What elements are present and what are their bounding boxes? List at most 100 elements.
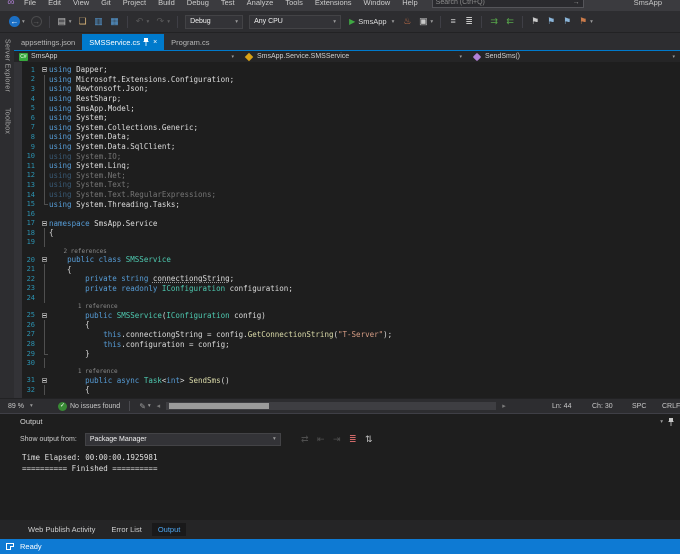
output-content[interactable]: Time Elapsed: 00:00:00.1925981 ==========… [0, 449, 680, 520]
outlining-margin[interactable] [40, 180, 49, 190]
outlining-margin[interactable] [40, 283, 49, 294]
codelens-references[interactable]: 1 reference [49, 368, 118, 375]
outlining-margin[interactable] [40, 93, 49, 104]
next-message-button[interactable]: ⇥ [330, 434, 344, 445]
start-debugging-button[interactable]: ▶ SmsApp ▾ [349, 17, 394, 26]
outlining-margin[interactable] [40, 141, 49, 152]
previous-message-button[interactable]: ⇤ [314, 434, 328, 445]
outlining-margin[interactable] [40, 255, 49, 265]
uncomment-selection-button[interactable]: ⇇ [503, 16, 517, 27]
outlining-margin[interactable] [40, 310, 49, 320]
outlining-margin[interactable] [40, 209, 49, 219]
outlining-margin[interactable] [40, 132, 49, 142]
comment-selection-button[interactable]: ⇉ [487, 16, 501, 27]
outlining-margin[interactable] [40, 376, 49, 386]
outlining-margin[interactable] [40, 228, 49, 238]
menu-file[interactable]: File [18, 0, 42, 7]
solution-configurations-dropdown[interactable]: Debug ▾ [185, 14, 244, 29]
collapse-box-icon[interactable] [42, 67, 47, 73]
outlining-margin[interactable] [40, 170, 49, 181]
solution-platforms-dropdown[interactable]: Any CPU ▾ [249, 14, 342, 29]
window-position-icon[interactable]: ▾ [660, 419, 663, 425]
spaces-indicator[interactable]: SPC [632, 403, 662, 410]
undo-button[interactable]: ↶ ▾ [133, 16, 152, 27]
collapse-box-icon[interactable] [42, 257, 47, 263]
editor-options-icon[interactable]: ✎ ▾ [139, 402, 150, 411]
collapse-box-icon[interactable] [42, 312, 47, 318]
collapse-box-icon[interactable] [42, 377, 47, 383]
outlining-margin[interactable] [40, 339, 49, 349]
tab-program-cs[interactable]: Program.cs [164, 34, 216, 50]
panel-tab-web-publish-activity[interactable]: Web Publish Activity [22, 523, 101, 536]
outlining-margin[interactable] [40, 320, 49, 330]
scrollbar-thumb[interactable] [169, 403, 270, 409]
outlining-margin[interactable] [40, 358, 49, 368]
find-in-files-button[interactable]: ≡ [446, 16, 460, 27]
navigate-back-button[interactable]: ← ▾ [7, 16, 27, 27]
zoom-level-dropdown[interactable]: 89 % ▾ [8, 403, 52, 410]
preview-in-browser-button[interactable]: ▣ ▾ [416, 16, 435, 27]
menu-test[interactable]: Test [215, 0, 241, 7]
outlining-margin[interactable] [40, 160, 49, 171]
tool-window-tab-server-explorer[interactable]: Server Explorer [4, 39, 11, 92]
outlining-margin[interactable] [40, 84, 49, 94]
outlining-margin[interactable] [40, 122, 49, 133]
find-symbol-button[interactable]: ≣ [462, 16, 476, 27]
type-dropdown[interactable]: SmsApp.Service.SMSService ▾ [239, 51, 467, 62]
search-box[interactable]: → [431, 0, 584, 8]
toggle-word-wrap-button[interactable]: ⇅ [362, 434, 376, 445]
previous-bookmark-button[interactable]: ⚑ [544, 16, 558, 27]
redo-button[interactable]: ↷ ▾ [153, 16, 172, 27]
scroll-left-icon[interactable]: ◂ [157, 402, 161, 410]
project-dropdown[interactable]: C# SmsApp ▾ [14, 51, 239, 62]
eol-indicator[interactable]: CRLF [662, 403, 680, 410]
clear-all-output-button[interactable]: ≣ [346, 434, 360, 445]
outlining-margin[interactable] [40, 329, 49, 340]
clear-bookmarks-button[interactable]: ⚑ ▾ [576, 16, 595, 27]
panel-tab-error-list[interactable]: Error List [105, 523, 147, 536]
member-dropdown[interactable]: SendSms() ▾ [467, 51, 680, 62]
outlining-margin[interactable] [40, 385, 49, 395]
menu-extensions[interactable]: Extensions [309, 0, 358, 7]
code-health-indicator[interactable]: ✓ No issues found [58, 401, 120, 411]
outlining-margin[interactable] [40, 293, 49, 303]
tab-appsettings-json[interactable]: appsettings.json [14, 34, 82, 50]
outlining-margin[interactable] [40, 103, 49, 113]
outlining-margin[interactable] [40, 199, 49, 209]
column-indicator[interactable]: Ch: 30 [592, 403, 632, 410]
search-input[interactable] [435, 0, 573, 6]
menu-edit[interactable]: Edit [42, 0, 67, 7]
menu-window[interactable]: Window [358, 0, 397, 7]
scroll-right-icon[interactable]: ▸ [502, 402, 506, 410]
codelens-references[interactable]: 2 references [49, 248, 106, 255]
horizontal-scrollbar[interactable] [166, 402, 497, 410]
output-source-dropdown[interactable]: Package Manager ▾ [84, 432, 281, 446]
close-icon[interactable]: × [153, 39, 157, 46]
menu-build[interactable]: Build [152, 0, 181, 7]
menu-tools[interactable]: Tools [279, 0, 309, 7]
outlining-margin[interactable] [40, 65, 49, 75]
code-editor[interactable]: 1 using Dapper; 2 using Microsoft.Extension… [14, 62, 680, 398]
hot-reload-button[interactable]: ♨ [400, 16, 414, 27]
open-file-button[interactable]: ❏ [76, 16, 90, 27]
pin-icon[interactable] [143, 38, 150, 46]
outlining-margin[interactable] [40, 237, 49, 248]
outlining-margin[interactable] [40, 274, 49, 284]
outlining-margin[interactable] [40, 219, 49, 229]
navigate-forward-button[interactable]: → [29, 16, 44, 27]
toggle-bookmark-button[interactable]: ⚑ [528, 16, 542, 27]
menu-project[interactable]: Project [117, 0, 152, 7]
menu-help[interactable]: Help [396, 0, 423, 7]
search-icon[interactable]: → [573, 0, 580, 6]
find-message-button[interactable]: ⇄ [298, 434, 312, 445]
outlining-margin[interactable] [40, 151, 49, 161]
menu-analyze[interactable]: Analyze [241, 0, 280, 7]
outlining-margin[interactable] [40, 189, 49, 200]
codelens-references[interactable]: 1 reference [49, 303, 118, 310]
pin-icon[interactable] [668, 417, 674, 426]
panel-tab-output[interactable]: Output [151, 523, 187, 536]
line-indicator[interactable]: Ln: 44 [552, 403, 592, 410]
outlining-margin[interactable] [40, 264, 49, 275]
menu-debug[interactable]: Debug [181, 0, 215, 7]
menu-view[interactable]: View [67, 0, 95, 7]
